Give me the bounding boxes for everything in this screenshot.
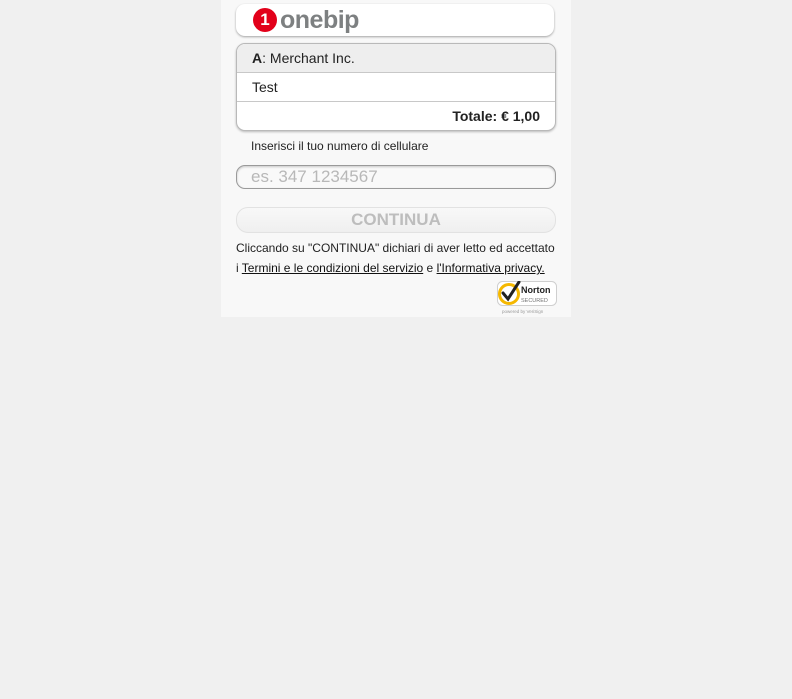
order-summary: A: Merchant Inc. Test Totale: € 1,00 <box>236 43 556 131</box>
legal-text-middle: e <box>423 261 437 275</box>
norton-secured-badge: Norton SECURED powered by VeriSign <box>497 281 557 314</box>
phone-input[interactable] <box>236 165 556 189</box>
payment-panel: 1 onebip A: Merchant Inc. Test Totale: €… <box>221 0 571 317</box>
terms-link[interactable]: Termini e le condizioni del servizio <box>242 261 423 275</box>
onebip-logo-icon: 1 <box>253 8 277 32</box>
product-row: Test <box>237 73 555 102</box>
product-name: Test <box>252 79 278 95</box>
merchant-name: : Merchant Inc. <box>262 50 355 66</box>
merchant-row: A: Merchant Inc. <box>237 44 555 73</box>
legal-notice: Cliccando su "CONTINUA" dichiari di aver… <box>236 238 558 278</box>
onebip-logo-text: onebip <box>280 6 359 34</box>
continue-button[interactable]: CONTINUA <box>236 207 556 233</box>
total-row: Totale: € 1,00 <box>237 102 555 130</box>
phone-label: Inserisci il tuo numero di cellulare <box>251 139 429 153</box>
badge-subtitle: SECURED <box>521 298 548 304</box>
badge-powered: powered by VeriSign <box>502 309 544 314</box>
logo-header: 1 onebip <box>236 4 554 36</box>
badge-title: Norton <box>521 285 551 295</box>
total-amount: Totale: € 1,00 <box>452 108 540 124</box>
privacy-link[interactable]: l'Informativa privacy. <box>437 261 545 275</box>
merchant-prefix: A <box>252 50 263 66</box>
